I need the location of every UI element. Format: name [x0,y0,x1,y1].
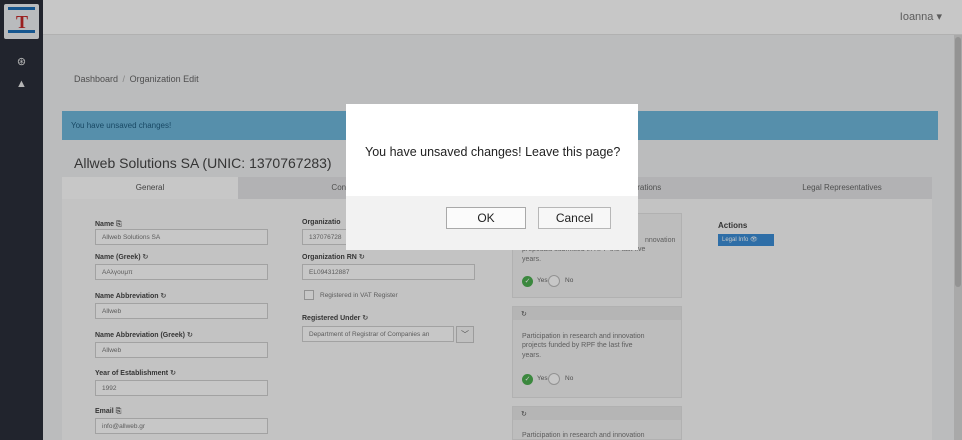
confirm-dialog: You have unsaved changes! Leave this pag… [346,104,638,250]
cancel-button[interactable]: Cancel [538,207,611,229]
dialog-body: You have unsaved changes! Leave this pag… [346,104,638,196]
ok-button[interactable]: OK [446,207,526,229]
dialog-footer: OK Cancel [346,196,638,250]
dialog-message: You have unsaved changes! Leave this pag… [365,145,621,159]
